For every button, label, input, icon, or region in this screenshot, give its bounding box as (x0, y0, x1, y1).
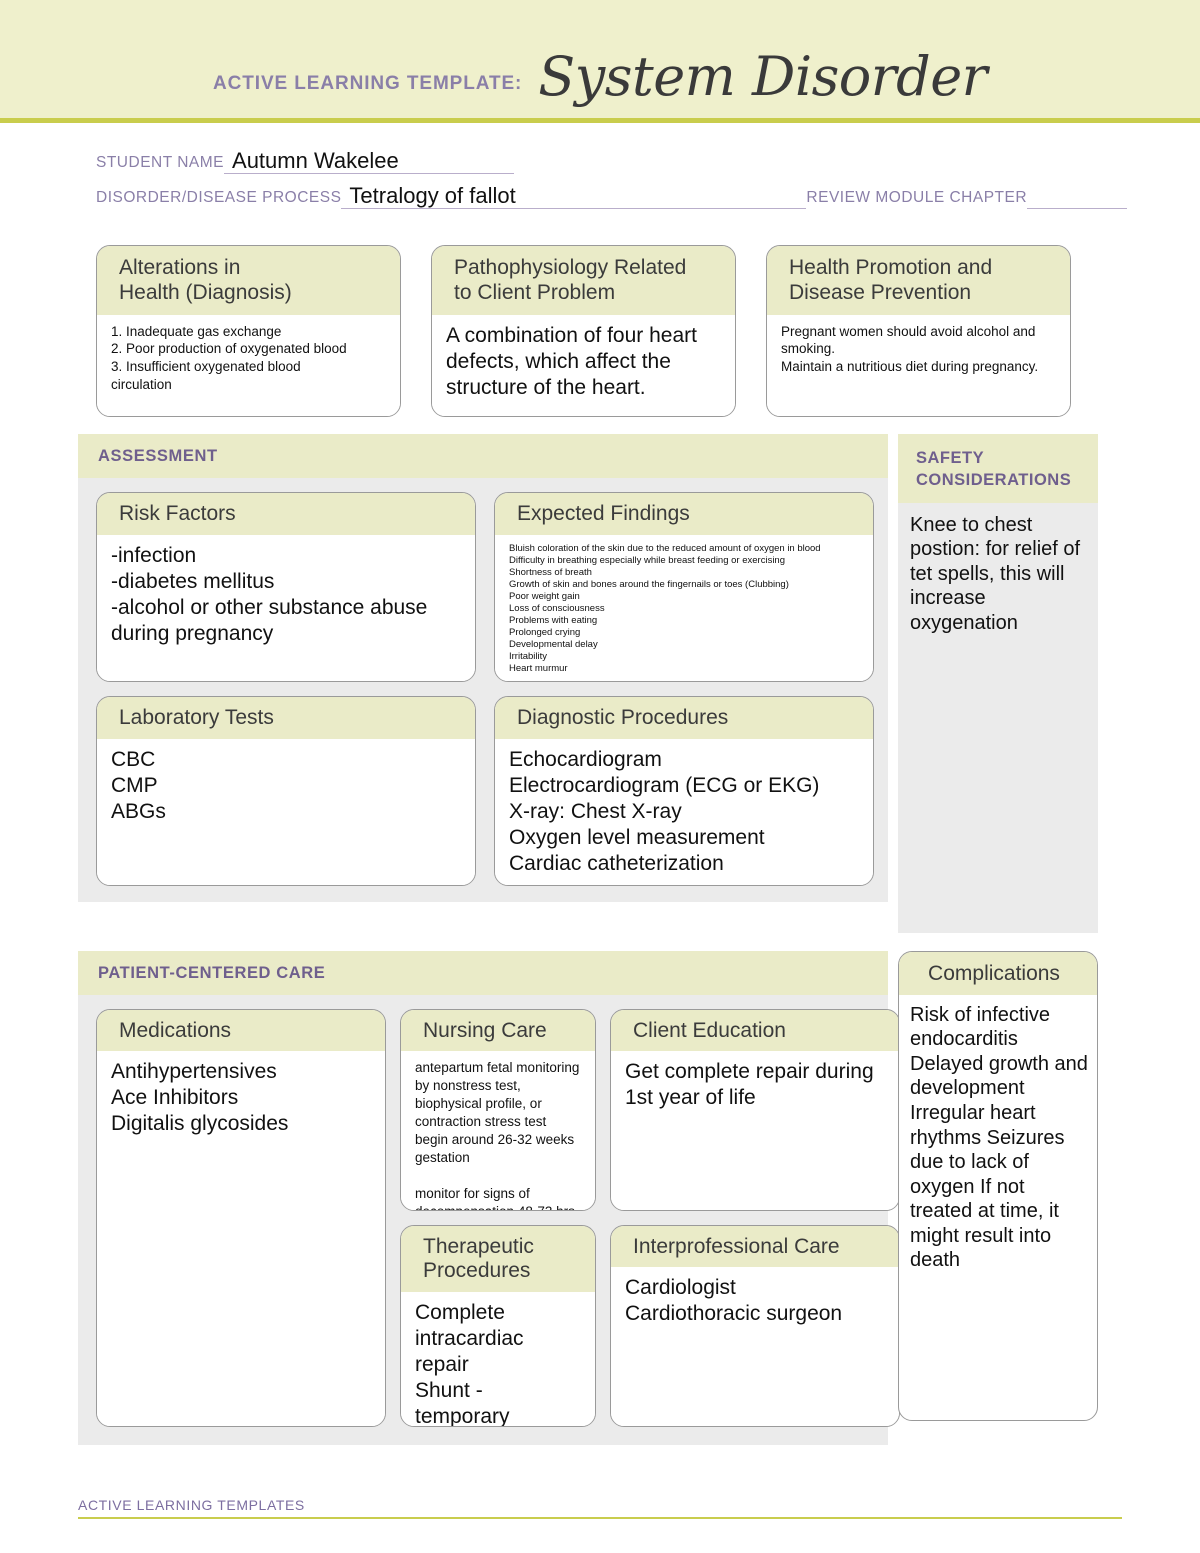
page-footer: ACTIVE LEARNING TEMPLATES (78, 1497, 1122, 1519)
assessment-panel: ASSESSMENT Risk Factors -infection -diab… (78, 434, 888, 902)
card-content[interactable]: Pregnant women should avoid alcohol and … (767, 314, 1070, 416)
card-title: Laboratory Tests (97, 697, 475, 739)
card-content[interactable]: A combination of four heart defects, whi… (432, 314, 735, 416)
card-laboratory-tests: Laboratory Tests CBC CMP ABGs (96, 696, 476, 886)
card-title: Risk Factors (97, 493, 475, 535)
patient-centered-care-panel: PATIENT-CENTERED CARE Nursing Care antep… (78, 950, 900, 1445)
card-medications: Medications Antihypertensives Ace Inhibi… (96, 1008, 386, 1427)
card-title: Interprofessional Care (611, 1225, 899, 1268)
safety-section-title: SAFETY CONSIDERATIONS (898, 434, 1098, 503)
student-name-label: STUDENT NAME (96, 154, 225, 171)
review-chapter-label: REVIEW MODULE CHAPTER (806, 189, 1028, 206)
review-chapter-field[interactable] (1027, 183, 1128, 209)
student-name-row: STUDENT NAME Autumn Wakelee (96, 149, 1104, 174)
card-title: Expected Findings (495, 493, 873, 535)
template-type-label: ACTIVE LEARNING TEMPLATE: (213, 73, 523, 94)
card-title: Medications (97, 1009, 385, 1052)
card-nursing-care: Nursing Care antepartum fetal monitoring… (400, 1008, 596, 1211)
disorder-label: DISORDER/DISEASE PROCESS (96, 189, 342, 206)
card-complications: Complications Risk of infective endocard… (898, 950, 1098, 1421)
header-title-group: ACTIVE LEARNING TEMPLATE: System Disorde… (0, 45, 1200, 108)
disorder-row: DISORDER/DISEASE PROCESS Tetralogy of fa… (96, 183, 1128, 209)
card-title: Therapeutic Procedures (401, 1225, 595, 1293)
student-fields: STUDENT NAME Autumn Wakelee DISORDER/DIS… (0, 123, 1200, 209)
card-expected-findings: Expected Findings Bluish coloration of t… (494, 492, 874, 682)
disorder-field[interactable]: Tetralogy of fallot (341, 183, 807, 209)
pcc-card-grid: Nursing Care antepartum fetal monitoring… (78, 995, 900, 1445)
card-title: Alterations in Health (Diagnosis) (97, 246, 400, 315)
card-content[interactable]: Bluish coloration of the skin due to the… (495, 534, 873, 681)
card-content[interactable]: -infection -diabetes mellitus -alcohol o… (97, 534, 475, 681)
student-name-value: Autumn Wakelee (232, 148, 399, 173)
card-title: Client Education (611, 1009, 899, 1052)
top-card-row: Alterations in Health (Diagnosis) 1. Ina… (0, 219, 1200, 417)
patient-centered-care-section: PATIENT-CENTERED CARE Nursing Care antep… (0, 933, 1200, 1445)
assessment-section: ASSESSMENT Risk Factors -infection -diab… (0, 417, 1200, 933)
card-content[interactable]: Cardiologist Cardiothoracic surgeon (611, 1267, 899, 1426)
disorder-value: Tetralogy of fallot (349, 183, 516, 208)
card-therapeutic-procedures: Therapeutic Procedures Complete intracar… (400, 1224, 596, 1427)
card-diagnostic-procedures: Diagnostic Procedures Echocardiogram Ele… (494, 696, 874, 886)
safety-content[interactable]: Knee to chest postion: for relief of tet… (898, 503, 1098, 933)
card-alterations-in-health: Alterations in Health (Diagnosis) 1. Ina… (96, 245, 401, 417)
card-interprofessional-care: Interprofessional Care Cardiologist Card… (610, 1224, 900, 1427)
card-content[interactable]: 1. Inadequate gas exchange 2. Poor produ… (97, 314, 400, 416)
student-name-field[interactable]: Autumn Wakelee (224, 148, 515, 174)
page-title: System Disorder (538, 45, 987, 108)
card-title: Nursing Care (401, 1009, 595, 1052)
card-client-education: Client Education Get complete repair dur… (610, 1008, 900, 1211)
card-title: Complications (899, 951, 1097, 995)
safety-considerations-panel: SAFETY CONSIDERATIONS Knee to chest post… (898, 434, 1098, 933)
footer-brand-label: ACTIVE LEARNING TEMPLATES (78, 1497, 305, 1513)
card-title: Pathophysiology Related to Client Proble… (432, 246, 735, 315)
card-health-promotion: Health Promotion and Disease Prevention … (766, 245, 1071, 417)
card-title: Diagnostic Procedures (495, 697, 873, 739)
card-content[interactable]: Risk of infective endocarditis Delayed g… (899, 995, 1097, 1420)
card-risk-factors: Risk Factors -infection -diabetes mellit… (96, 492, 476, 682)
page-header: ACTIVE LEARNING TEMPLATE: System Disorde… (0, 0, 1200, 118)
assessment-section-title: ASSESSMENT (78, 434, 888, 478)
review-chapter-value (1035, 183, 1041, 208)
card-title: Health Promotion and Disease Prevention (767, 246, 1070, 315)
complications-column: Complications Risk of infective endocard… (898, 950, 1098, 1421)
assessment-card-grid: Risk Factors -infection -diabetes mellit… (78, 478, 888, 902)
card-content[interactable]: antepartum fetal monitoring by nonstress… (401, 1051, 595, 1210)
card-content[interactable]: Get complete repair during 1st year of l… (611, 1051, 899, 1210)
card-content[interactable]: CBC CMP ABGs (97, 738, 475, 885)
pcc-section-title: PATIENT-CENTERED CARE (78, 950, 888, 995)
card-content[interactable]: Antihypertensives Ace Inhibitors Digital… (97, 1051, 385, 1426)
footer-accent-rule (78, 1517, 1122, 1519)
card-content[interactable]: Echocardiogram Electrocardiogram (ECG or… (495, 738, 873, 885)
card-pathophysiology: Pathophysiology Related to Client Proble… (431, 245, 736, 417)
card-content[interactable]: Complete intracardiac repair Shunt - tem… (401, 1292, 595, 1426)
